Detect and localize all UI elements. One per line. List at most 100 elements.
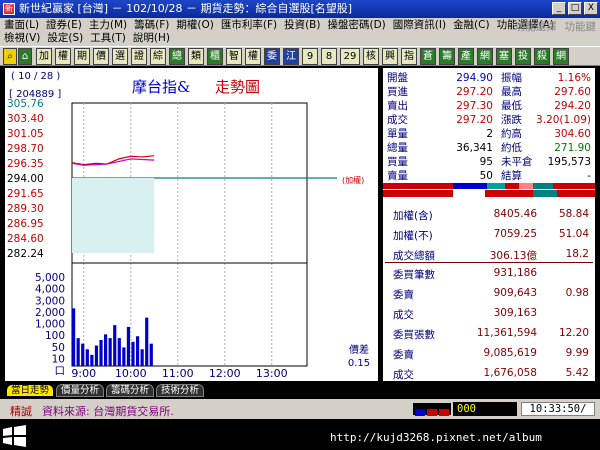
menu-r1-5[interactable]: 匯市利率(F) (221, 19, 277, 32)
quote-k2: 最低 (501, 100, 522, 112)
volume-bar (108, 338, 112, 366)
menu-r1-8[interactable]: 國際資訊(I) (393, 19, 446, 32)
price-tick: 296.35 (7, 158, 44, 170)
function-key-menu[interactable]: 功能鍵 (565, 19, 597, 34)
quote-k1: 賣量 (387, 170, 408, 182)
volume-bar (149, 343, 153, 366)
price-fill (72, 178, 155, 253)
function-select-menu[interactable]: 功能選擇 (515, 19, 557, 34)
stats-label: 成交總額 (393, 250, 435, 262)
quote-k1: 單量 (387, 128, 408, 140)
stats-row: 成交 309,163 (383, 307, 595, 321)
quote-v2: 195,573 (547, 156, 591, 168)
toolbar-button-27[interactable]: 網 (553, 48, 569, 65)
tab-chips[interactable]: 籌碼分析 (106, 384, 155, 397)
quote-v2: 294.20 (554, 100, 591, 112)
quote-v2: 304.60 (554, 128, 591, 140)
toolbar-button-25[interactable]: 投 (515, 48, 531, 65)
toolbar-button-12[interactable]: 委 (264, 48, 280, 65)
toolbar-button-21[interactable]: 籌 (439, 48, 455, 65)
volume-bar (81, 343, 85, 366)
toolbar-button-24[interactable]: 塞 (496, 48, 512, 65)
toolbar-button-14[interactable]: 9 (302, 48, 318, 65)
volume-bar (76, 338, 80, 366)
volume-bar (103, 334, 108, 366)
stats-row: 成交總額 306.13億 18.2 (383, 248, 595, 262)
stats-pct: 51.04 (558, 228, 589, 240)
message-count: 000 (453, 402, 517, 416)
toolbar-button-13[interactable]: 江 (283, 48, 299, 65)
toolbar-button-6[interactable]: 綜 (150, 48, 166, 65)
volume-bar (117, 338, 121, 366)
time-tick: 9:00 (71, 367, 96, 380)
toolbar-button-4[interactable]: 選 (112, 48, 128, 65)
quote-k2: 約高 (501, 128, 522, 140)
menu-r2-1[interactable]: 設定(S) (47, 32, 83, 45)
app-icon[interactable]: 新 (3, 3, 15, 15)
toolbar-button-7[interactable]: 總 (169, 48, 185, 65)
quote-k1: 賣出 (387, 100, 408, 112)
toolbar-button-9[interactable]: 櫃 (207, 48, 223, 65)
toolbar-button-15[interactable]: 8 (321, 48, 337, 65)
menu-r1-4[interactable]: 期權(O) (176, 19, 213, 32)
maximize-button[interactable]: □ (568, 2, 582, 15)
toolbar-button-26[interactable]: 殺 (534, 48, 550, 65)
toolbar-button-2[interactable]: 期 (74, 48, 90, 65)
home-icon[interactable]: ⌂ (18, 48, 32, 65)
toolbar-button-5[interactable]: 證 (131, 48, 147, 65)
toolbar-button-23[interactable]: 網 (477, 48, 493, 65)
toolbar-button-0[interactable]: 加 (36, 48, 52, 65)
menu-r1-1[interactable]: 證券(E) (46, 19, 82, 32)
divider (385, 262, 593, 263)
window-title: 新世紀贏家 [台灣] － 102/10/28 － 期貨走勢：綜合自選股[名望股] (19, 2, 353, 15)
quote-v1: 297.20 (456, 86, 493, 98)
quote-row: 成交 297.20 漲跌 3.20(1.09) (383, 114, 595, 127)
menu-r1-2[interactable]: 主力(M) (89, 19, 127, 32)
tab-intraday[interactable]: 當日走勢 (6, 384, 55, 397)
toolbar-button-17[interactable]: 核 (363, 48, 379, 65)
minimize-button[interactable]: _ (552, 2, 566, 15)
tab-technical[interactable]: 技術分析 (156, 384, 205, 397)
menu-r2-3[interactable]: 說明(H) (133, 32, 170, 45)
search-icon[interactable]: ⌕ (3, 48, 17, 65)
menu-r2-2[interactable]: 工具(T) (90, 32, 126, 45)
toolbar-button-16[interactable]: 29 (340, 48, 360, 65)
stats-value: 909,643 (493, 287, 537, 299)
volume-bar (122, 347, 126, 366)
toolbar: ⌕ ⌂ 加權期價選證綜總類櫃智權委江 9 8 29 核興指蒼籌產網塞投殺網 (0, 46, 600, 66)
volume-bar (145, 317, 149, 366)
tab-price-volume[interactable]: 價量分析 (56, 384, 105, 397)
menu-r1-6[interactable]: 投資(B) (284, 19, 320, 32)
quote-v1: 2 (486, 128, 493, 140)
quote-v2: - (587, 170, 591, 182)
windows-start-icon[interactable] (0, 424, 36, 450)
menu-r2-0[interactable]: 檢視(V) (4, 32, 40, 45)
toolbar-button-1[interactable]: 權 (55, 48, 71, 65)
menu-r1-0[interactable]: 畫面(L) (4, 19, 39, 32)
menu-r1-7[interactable]: 操盤密碼(D) (327, 19, 385, 32)
menu-r1-3[interactable]: 籌碼(F) (134, 19, 169, 32)
stats-label: 加權(含) (393, 210, 433, 222)
menu-r1-9[interactable]: 金融(C) (453, 19, 490, 32)
toolbar-button-11[interactable]: 權 (245, 48, 261, 65)
quote-row: 單量 2 約高 304.60 (383, 128, 595, 141)
quote-k1: 買量 (387, 156, 408, 168)
quote-k1: 開盤 (387, 72, 408, 84)
status-bar: 精誠 資料來源: 台灣期貨交易所. 000 10:33:50/ (0, 399, 600, 419)
volume-bar (131, 341, 135, 366)
volume-tick: 50 (52, 342, 65, 354)
toolbar-button-10[interactable]: 智 (226, 48, 242, 65)
volume-bar (135, 336, 140, 366)
close-button[interactable]: X (584, 2, 598, 15)
quote-v2: 297.60 (554, 86, 591, 98)
toolbar-button-3[interactable]: 價 (93, 48, 109, 65)
toolbar-button-18[interactable]: 興 (382, 48, 398, 65)
volume-bar (126, 326, 131, 366)
toolbar-button-8[interactable]: 類 (188, 48, 204, 65)
stats-value: 1,676,058 (483, 367, 537, 379)
toolbar-button-22[interactable]: 產 (458, 48, 474, 65)
quote-v2: 3.20(1.09) (536, 114, 591, 126)
quote-row: 賣出 297.30 最低 294.20 (383, 100, 595, 113)
toolbar-button-20[interactable]: 蒼 (420, 48, 436, 65)
toolbar-button-19[interactable]: 指 (401, 48, 417, 65)
